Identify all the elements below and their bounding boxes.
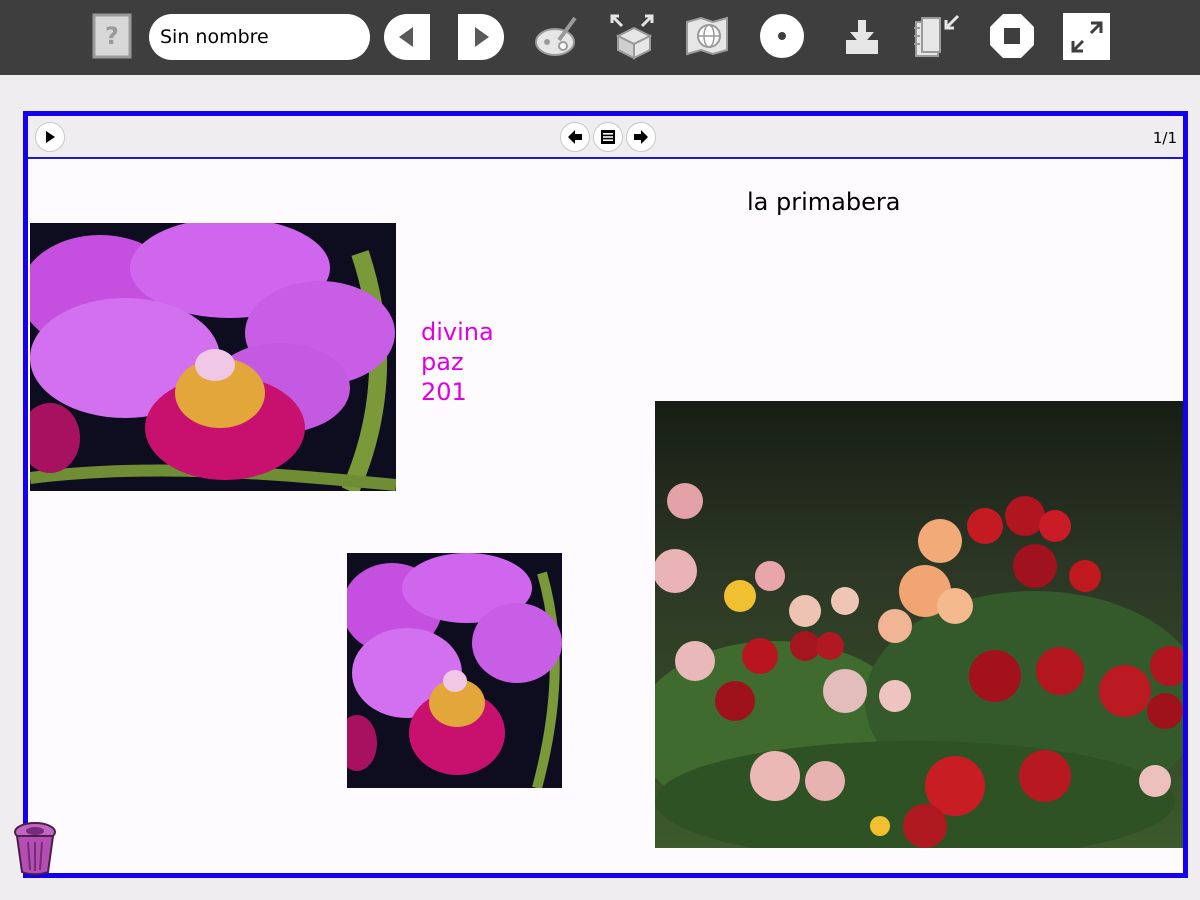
undo-button[interactable] <box>384 14 430 60</box>
arrow-right-icon <box>634 130 648 144</box>
play-icon <box>46 131 55 143</box>
fullscreen-icon <box>1071 21 1102 52</box>
play-button[interactable] <box>35 122 65 152</box>
next-page-button[interactable] <box>626 122 656 152</box>
list-icon <box>601 130 615 144</box>
document-canvas[interactable]: la primabera divina paz 201 <box>28 161 1183 873</box>
trash-button[interactable] <box>10 818 60 876</box>
back-icon <box>399 27 413 47</box>
download-icon <box>846 20 878 54</box>
previous-page-button[interactable] <box>560 122 590 152</box>
fullscreen-button[interactable] <box>1063 13 1110 60</box>
keep-button[interactable] <box>838 12 886 60</box>
page-list-button[interactable] <box>593 122 623 152</box>
arrow-left-icon <box>568 130 582 144</box>
stop-button[interactable] <box>988 12 1036 60</box>
document-navigation-bar: 1/1 <box>28 116 1183 159</box>
trash-icon <box>14 822 56 876</box>
paint-icon <box>535 16 577 56</box>
pink-text-block[interactable]: divina paz 201 <box>421 317 494 407</box>
journal-button[interactable] <box>912 12 960 60</box>
record-button[interactable] <box>758 12 806 60</box>
orchid-image-large[interactable] <box>30 223 396 491</box>
pink-text-line: paz <box>421 348 464 376</box>
journal-icon <box>914 14 960 57</box>
box-expand-icon <box>610 14 654 60</box>
svg-text:?: ? <box>105 22 119 50</box>
page-caption[interactable]: la primabera <box>747 188 900 216</box>
redo-button[interactable] <box>458 14 504 60</box>
web-map-button[interactable] <box>683 12 731 60</box>
help-button[interactable]: ? <box>88 12 136 60</box>
pink-text-line: 201 <box>421 378 467 406</box>
stop-icon <box>990 14 1034 58</box>
web-map-icon <box>686 16 728 56</box>
document-frame: 1/1 la primabera divina paz 201 <box>23 111 1188 878</box>
activity-title-input[interactable] <box>149 14 370 60</box>
forward-icon <box>475 27 489 47</box>
share-box-button[interactable] <box>608 12 656 60</box>
roses-image[interactable] <box>655 401 1183 848</box>
pink-text-line: divina <box>421 318 494 346</box>
record-icon <box>760 14 804 58</box>
orchid-image-small[interactable] <box>347 553 562 788</box>
paint-button[interactable] <box>533 12 581 60</box>
page-indicator: 1/1 <box>1152 129 1177 147</box>
main-toolbar: ? <box>0 0 1200 75</box>
help-icon: ? <box>92 13 132 59</box>
